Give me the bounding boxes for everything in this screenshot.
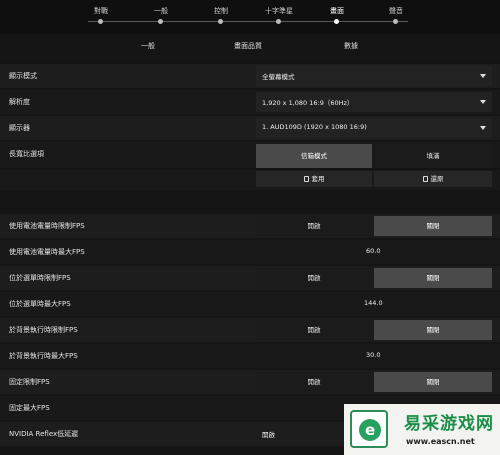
apply-button[interactable]: 套用 [256, 171, 372, 187]
tab-label: 對戰 [94, 7, 108, 15]
tab-dot-icon [276, 19, 281, 24]
tab-dot-icon [334, 19, 339, 24]
row-monitor: 顯示器 1. AUD109D (1920 x 1080 16:9) [0, 116, 500, 140]
tab-dot-icon [158, 19, 163, 24]
resolution-value: 1,920 x 1,080 16:9（60Hz） [262, 99, 354, 107]
chevron-down-icon [480, 74, 486, 78]
nvidia-reflex-label: NVIDIA Reflex低延遲 [9, 430, 79, 438]
menu-limit-on-button[interactable]: 開啟 [256, 268, 372, 288]
row-apply-restore: 套用 還原 [0, 170, 500, 190]
tab-label: 一般 [154, 7, 168, 15]
row-background-max-fps: 於背景執行時最大FPS 30.0 [0, 344, 500, 368]
battery-limit-off-button[interactable]: 關閉 [374, 216, 492, 236]
monitor-value: 1. AUD109D (1920 x 1080 16:9) [262, 123, 367, 131]
top-nav-line [88, 21, 408, 22]
background-max-fps-value[interactable]: 30.0 [366, 351, 380, 359]
tab-audio[interactable]: 聲音 [371, 6, 421, 24]
sub-tabs: 一般 畫面品質 數據 [0, 34, 500, 60]
chevron-down-icon [480, 100, 486, 104]
row-fixed-limit-fps: 固定限制FPS 開啟 關閉 [0, 370, 500, 394]
fixed-limit-fps-label: 固定限制FPS [9, 378, 50, 386]
top-nav: 對戰 一般 控制 十字準星 畫面 聲音 [0, 0, 500, 34]
subtab-general[interactable]: 一般 [141, 41, 155, 51]
tab-dot-icon [218, 19, 223, 24]
fill-button[interactable]: 填滿 [374, 144, 492, 168]
subtab-graphics-quality[interactable]: 畫面品質 [234, 41, 262, 51]
site-logo-icon: e [350, 410, 388, 448]
apply-icon [303, 176, 309, 182]
site-watermark: e 易采游戏网 www.eascn.net [344, 404, 500, 455]
background-limit-fps-label: 於背景執行時限制FPS [9, 326, 78, 334]
tab-dot-icon [393, 19, 398, 24]
display-mode-value: 全螢幕模式 [262, 73, 295, 81]
tab-dot-icon [98, 19, 103, 24]
restore-label: 還原 [430, 175, 444, 183]
resolution-label: 解析度 [9, 98, 30, 106]
fixed-max-fps-label: 固定最大FPS [9, 404, 50, 412]
monitor-label: 顯示器 [9, 124, 30, 132]
battery-limit-on-button[interactable]: 開啟 [256, 216, 372, 236]
row-resolution: 解析度 1,920 x 1,080 16:9（60Hz） [0, 90, 500, 114]
fixed-limit-on-button[interactable]: 開啟 [256, 372, 372, 392]
restore-icon [422, 176, 428, 182]
chevron-down-icon [480, 126, 486, 130]
row-menu-limit-fps: 位於選單時限制FPS 開啟 關閉 [0, 266, 500, 290]
resolution-dropdown[interactable]: 1,920 x 1,080 16:9（60Hz） [256, 92, 492, 112]
background-limit-off-button[interactable]: 關閉 [374, 320, 492, 340]
menu-limit-fps-label: 位於選單時限制FPS [9, 274, 71, 282]
restore-button[interactable]: 還原 [374, 171, 492, 187]
row-display-mode: 顯示模式 全螢幕模式 [0, 64, 500, 88]
tab-label: 聲音 [389, 7, 403, 15]
background-max-fps-label: 於背景執行時最大FPS [9, 352, 78, 360]
tab-label: 十字準星 [265, 7, 293, 15]
row-battery-limit-fps: 使用電池電量時限制FPS 開啟 關閉 [0, 214, 500, 238]
tab-general[interactable]: 一般 [136, 6, 186, 24]
fixed-limit-off-button[interactable]: 關閉 [374, 372, 492, 392]
row-background-limit-fps: 於背景執行時限制FPS 開啟 關閉 [0, 318, 500, 342]
nvidia-reflex-value[interactable]: 開啟 [262, 429, 275, 439]
letterbox-button[interactable]: 信箱模式 [256, 144, 372, 168]
row-aspect-ratio: 長寬比選項 信箱模式 填滿 [0, 142, 500, 168]
background-limit-on-button[interactable]: 開啟 [256, 320, 372, 340]
row-battery-max-fps: 使用電池電量時最大FPS 60.0 [0, 240, 500, 264]
display-mode-label: 顯示模式 [9, 72, 37, 80]
subtab-stats[interactable]: 數據 [344, 41, 358, 51]
battery-max-fps-label: 使用電池電量時最大FPS [9, 248, 85, 256]
tab-label: 控制 [214, 7, 228, 15]
watermark-title: 易采游戏网 [404, 414, 494, 434]
aspect-ratio-label: 長寬比選項 [9, 150, 44, 158]
row-menu-max-fps: 位於選單時最大FPS 144.0 [0, 292, 500, 316]
menu-max-fps-label: 位於選單時最大FPS [9, 300, 71, 308]
watermark-url: www.eascn.net [406, 437, 475, 446]
apply-label: 套用 [311, 175, 325, 183]
menu-max-fps-value[interactable]: 144.0 [364, 299, 383, 307]
monitor-dropdown[interactable]: 1. AUD109D (1920 x 1080 16:9) [256, 118, 492, 138]
display-mode-dropdown[interactable]: 全螢幕模式 [256, 66, 492, 86]
tab-controls[interactable]: 控制 [196, 6, 246, 24]
logo-letter: e [365, 421, 376, 439]
battery-max-fps-value[interactable]: 60.0 [366, 247, 380, 255]
tab-crosshair[interactable]: 十字準星 [254, 6, 304, 24]
tab-match[interactable]: 對戰 [76, 6, 126, 24]
menu-limit-off-button[interactable]: 關閉 [374, 268, 492, 288]
battery-limit-fps-label: 使用電池電量時限制FPS [9, 222, 85, 230]
tab-video[interactable]: 畫面 [312, 6, 362, 24]
tab-label: 畫面 [330, 7, 344, 15]
